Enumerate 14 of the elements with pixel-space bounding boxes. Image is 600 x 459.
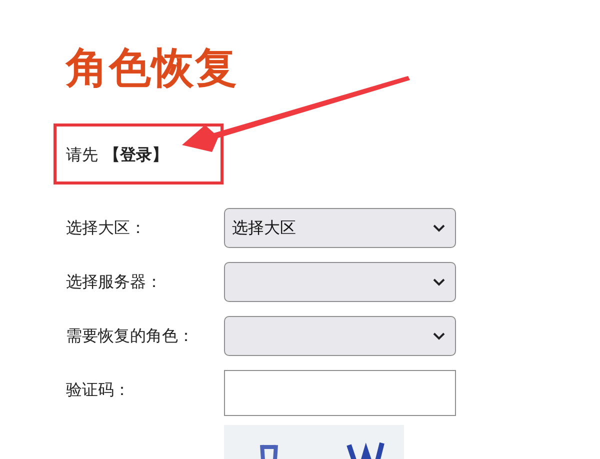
dropdown[interactable] bbox=[224, 262, 456, 302]
field-label: 验证码： bbox=[66, 381, 131, 401]
chevron-icon bbox=[433, 278, 445, 286]
chevron-icon bbox=[433, 332, 445, 340]
field-label: 选择服务器： bbox=[66, 272, 163, 293]
page-title: 角色恢复 bbox=[66, 43, 239, 93]
dropdown[interactable]: 选择大区 bbox=[224, 208, 456, 248]
login-link[interactable]: 【登录】 bbox=[104, 144, 168, 166]
input-field[interactable] bbox=[224, 370, 456, 416]
field-label: 需要恢复的角色： bbox=[66, 327, 195, 347]
prompt-text: 请先 bbox=[66, 146, 98, 166]
chevron-icon bbox=[433, 224, 445, 232]
field-label: 选择大区： bbox=[66, 218, 147, 239]
dropdown[interactable] bbox=[224, 316, 456, 356]
